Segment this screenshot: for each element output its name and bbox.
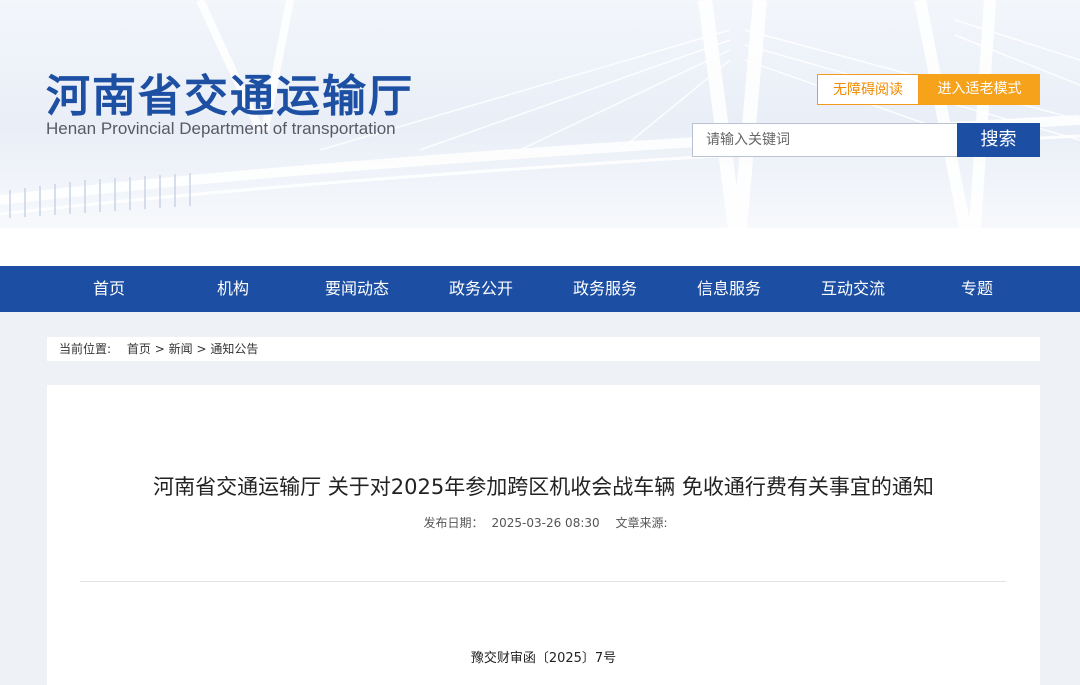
breadcrumb-separator: > (196, 342, 207, 356)
header-banner: 河南省交通运输厅 Henan Provincial Department of … (0, 0, 1080, 228)
document-number: 豫交财审函〔2025〕7号 (470, 651, 617, 666)
accessibility-reading-button[interactable]: 无障碍阅读 (817, 74, 919, 105)
nav-item-topics[interactable]: 专题 (915, 266, 1039, 312)
article-meta: 发布日期： 2025-03-26 08:30 文章来源: (47, 514, 1040, 531)
divider (80, 581, 1006, 582)
header-spacer (0, 228, 1080, 266)
nav-item-organization[interactable]: 机构 (171, 266, 295, 312)
article-source: 文章来源: (615, 516, 668, 530)
breadcrumb-label: 当前位置: (59, 342, 112, 356)
nav-item-interaction[interactable]: 互动交流 (791, 266, 915, 312)
publish-date: 发布日期： 2025-03-26 08:30 (423, 516, 600, 530)
nav-item-gov-service[interactable]: 政务服务 (543, 266, 667, 312)
nav-item-home[interactable]: 首页 (47, 266, 171, 312)
main-nav: 首页 机构 要闻动态 政务公开 政务服务 信息服务 互动交流 专题 (0, 266, 1080, 312)
nav-item-news[interactable]: 要闻动态 (295, 266, 419, 312)
search-button[interactable]: 搜索 (957, 123, 1040, 157)
article-container: 河南省交通运输厅 关于对2025年参加跨区机收会战车辆 免收通行费有关事宜的通知… (47, 385, 1040, 685)
nav-item-info-service[interactable]: 信息服务 (667, 266, 791, 312)
breadcrumb-link-home[interactable]: 首页 (127, 342, 151, 356)
site-title: 河南省交通运输厅 (46, 71, 414, 122)
breadcrumb: 当前位置: 首页 > 新闻 > 通知公告 (47, 337, 1040, 361)
article-title: 河南省交通运输厅 关于对2025年参加跨区机收会战车辆 免收通行费有关事宜的通知 (153, 475, 934, 499)
search-input[interactable] (692, 123, 958, 157)
nav-item-gov-open[interactable]: 政务公开 (419, 266, 543, 312)
breadcrumb-separator: > (154, 342, 165, 356)
breadcrumb-link-news[interactable]: 新闻 (169, 342, 193, 356)
breadcrumb-link-notices[interactable]: 通知公告 (210, 342, 258, 356)
site-subtitle: Henan Provincial Department of transport… (46, 119, 396, 138)
elder-mode-button[interactable]: 进入适老模式 (919, 74, 1040, 105)
